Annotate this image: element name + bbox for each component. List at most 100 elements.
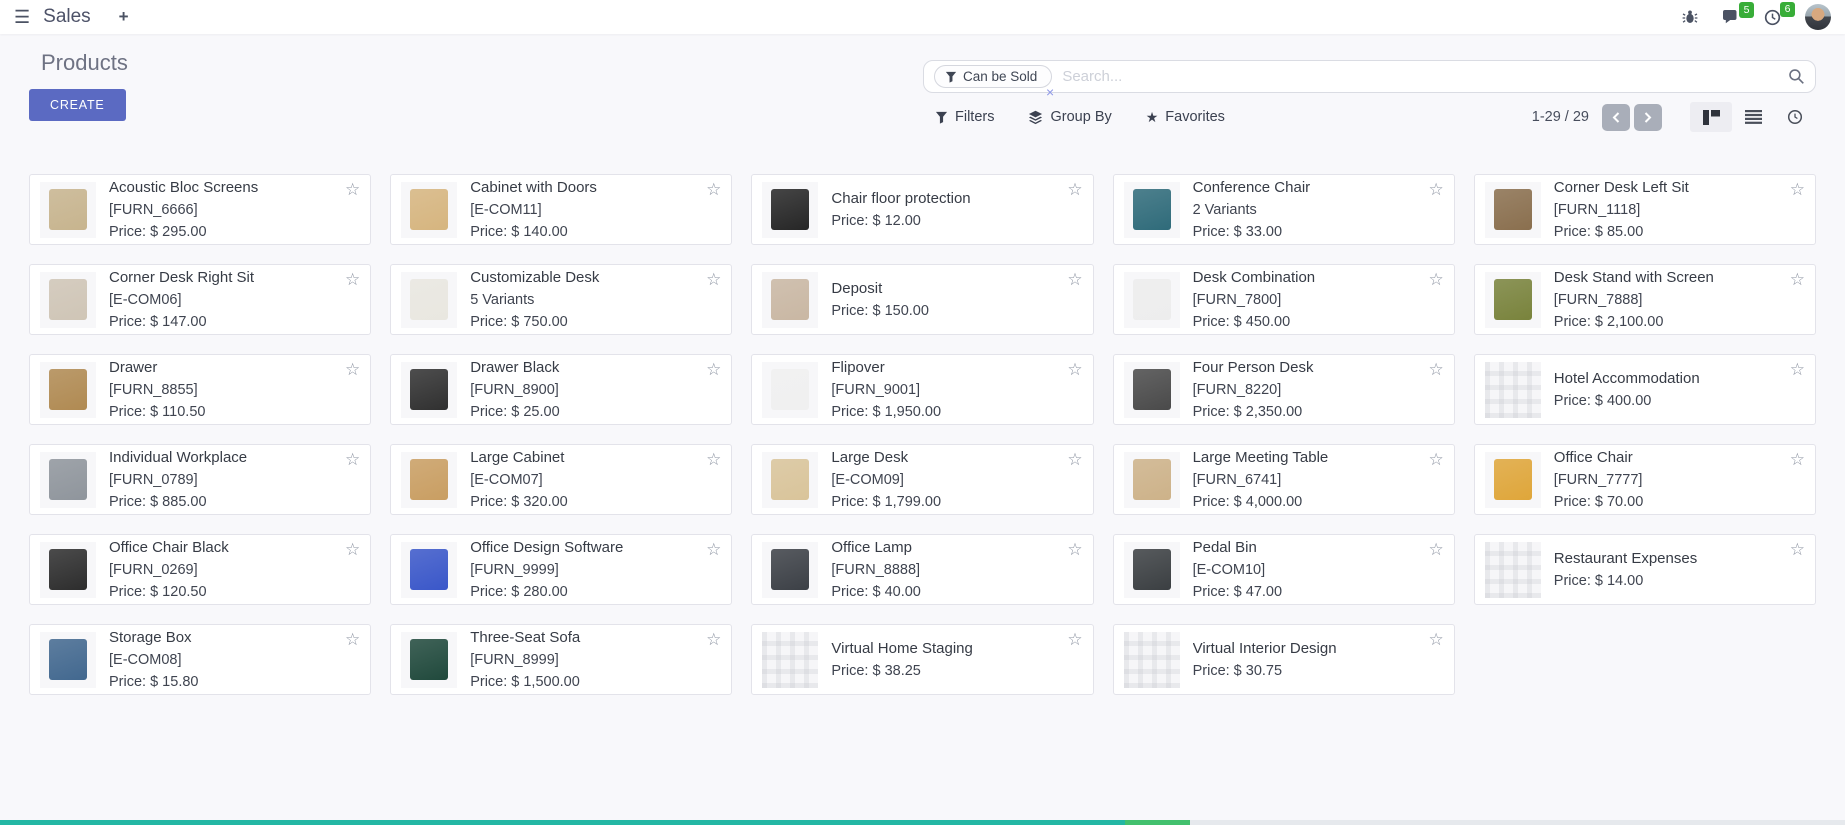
product-card[interactable]: Pedal Bin [E-COM10] Price: $ 47.00 ☆ xyxy=(1113,534,1455,605)
product-card[interactable]: Conference Chair 2 Variants Price: $ 33.… xyxy=(1113,174,1455,245)
favorite-star-icon[interactable]: ☆ xyxy=(345,631,360,648)
favorite-star-icon[interactable]: ☆ xyxy=(706,181,721,198)
user-avatar[interactable] xyxy=(1805,4,1831,30)
pager-next-button[interactable] xyxy=(1634,104,1662,131)
favorite-star-icon[interactable]: ☆ xyxy=(345,271,360,288)
favorite-star-icon[interactable]: ☆ xyxy=(706,451,721,468)
product-card[interactable]: Individual Workplace [FURN_0789] Price: … xyxy=(29,444,371,515)
product-card[interactable]: Four Person Desk [FURN_8220] Price: $ 2,… xyxy=(1113,354,1455,425)
product-card[interactable]: Desk Combination [FURN_7800] Price: $ 45… xyxy=(1113,264,1455,335)
filters-button[interactable]: Filters xyxy=(935,109,994,125)
plus-icon[interactable]: + xyxy=(119,7,129,27)
product-price: Price: $ 295.00 xyxy=(109,221,284,243)
product-image xyxy=(401,632,457,688)
product-card[interactable]: Desk Stand with Screen [FURN_7888] Price… xyxy=(1474,264,1816,335)
product-detail: [FURN_9001] xyxy=(831,379,941,401)
favorite-star-icon[interactable]: ☆ xyxy=(345,361,360,378)
product-card[interactable]: Corner Desk Right Sit [E-COM06] Price: $… xyxy=(29,264,371,335)
product-card[interactable]: Virtual Home Staging Price: $ 38.25 ☆ xyxy=(751,624,1093,695)
activity-view-button[interactable] xyxy=(1774,102,1816,132)
filter-funnel-icon xyxy=(935,111,948,124)
facet-remove-icon[interactable]: × xyxy=(1046,85,1054,99)
product-card[interactable]: Office Chair Black [FURN_0269] Price: $ … xyxy=(29,534,371,605)
favorite-star-icon[interactable]: ☆ xyxy=(345,181,360,198)
group-by-button[interactable]: Group By xyxy=(1028,109,1111,125)
favorite-star-icon[interactable]: ☆ xyxy=(706,631,721,648)
favorite-star-icon[interactable]: ☆ xyxy=(1429,631,1444,648)
product-card[interactable]: Drawer Black [FURN_8900] Price: $ 25.00 … xyxy=(390,354,732,425)
product-card[interactable]: Office Design Software [FURN_9999] Price… xyxy=(390,534,732,605)
product-card[interactable]: Customizable Desk 5 Variants Price: $ 75… xyxy=(390,264,732,335)
product-card[interactable]: Chair floor protection Price: $ 12.00 ☆ xyxy=(751,174,1093,245)
favorite-star-icon[interactable]: ☆ xyxy=(1429,181,1444,198)
favorite-star-icon[interactable]: ☆ xyxy=(1790,541,1805,558)
favorite-star-icon[interactable]: ☆ xyxy=(1067,361,1082,378)
product-name: Large Cabinet xyxy=(470,447,590,469)
favorite-star-icon[interactable]: ☆ xyxy=(1429,451,1444,468)
favorite-star-icon[interactable]: ☆ xyxy=(1790,181,1805,198)
product-detail: [FURN_7888] xyxy=(1554,289,1740,311)
product-card[interactable]: Large Meeting Table [FURN_6741] Price: $… xyxy=(1113,444,1455,515)
pager-value[interactable]: 1-29 / 29 xyxy=(1532,109,1589,125)
product-image xyxy=(762,272,818,328)
product-card[interactable]: Office Chair [FURN_7777] Price: $ 70.00 … xyxy=(1474,444,1816,515)
product-card[interactable]: Acoustic Bloc Screens [FURN_6666] Price:… xyxy=(29,174,371,245)
search-facet-can-be-sold[interactable]: Can be Sold xyxy=(934,65,1052,88)
product-image xyxy=(762,182,818,238)
favorite-star-icon[interactable]: ☆ xyxy=(1790,361,1805,378)
create-button[interactable]: CREATE xyxy=(29,89,126,121)
pager-previous-button[interactable] xyxy=(1602,104,1630,131)
product-card[interactable]: Large Desk [E-COM09] Price: $ 1,799.00 ☆ xyxy=(751,444,1093,515)
kanban-view-button[interactable] xyxy=(1690,102,1732,132)
product-price: Price: $ 1,500.00 xyxy=(470,671,606,693)
favorite-star-icon[interactable]: ☆ xyxy=(1790,451,1805,468)
app-title[interactable]: Sales xyxy=(43,6,91,28)
favorite-star-icon[interactable]: ☆ xyxy=(345,541,360,558)
debug-bug-icon[interactable] xyxy=(1682,9,1698,25)
product-card[interactable]: Corner Desk Left Sit [FURN_1118] Price: … xyxy=(1474,174,1816,245)
favorite-star-icon[interactable]: ☆ xyxy=(345,451,360,468)
product-card[interactable]: Drawer [FURN_8855] Price: $ 110.50 ☆ xyxy=(29,354,371,425)
product-detail: [FURN_8900] xyxy=(470,379,585,401)
messages-icon[interactable]: 5 xyxy=(1722,9,1740,25)
product-price: Price: $ 147.00 xyxy=(109,311,280,333)
search-icon[interactable] xyxy=(1788,68,1805,85)
product-price: Price: $ 2,100.00 xyxy=(1554,311,1740,333)
product-detail: [FURN_7800] xyxy=(1193,289,1342,311)
search-input[interactable] xyxy=(1062,68,1788,85)
favorite-star-icon[interactable]: ☆ xyxy=(1067,541,1082,558)
favorite-star-icon[interactable]: ☆ xyxy=(1429,541,1444,558)
product-card[interactable]: Hotel Accommodation Price: $ 400.00 ☆ xyxy=(1474,354,1816,425)
product-card[interactable]: Large Cabinet [E-COM07] Price: $ 320.00 … xyxy=(390,444,732,515)
product-image xyxy=(401,362,457,418)
favorite-star-icon[interactable]: ☆ xyxy=(1429,271,1444,288)
favorite-star-icon[interactable]: ☆ xyxy=(706,541,721,558)
product-card[interactable]: Storage Box [E-COM08] Price: $ 15.80 ☆ xyxy=(29,624,371,695)
favorites-button[interactable]: ★ Favorites xyxy=(1146,109,1225,126)
list-view-button[interactable] xyxy=(1732,102,1774,132)
favorite-star-icon[interactable]: ☆ xyxy=(1067,631,1082,648)
favorite-star-icon[interactable]: ☆ xyxy=(1790,271,1805,288)
product-price: Price: $ 30.75 xyxy=(1193,660,1363,682)
favorite-star-icon[interactable]: ☆ xyxy=(1067,451,1082,468)
product-name: Customizable Desk xyxy=(470,267,625,289)
product-image xyxy=(40,542,96,598)
favorite-star-icon[interactable]: ☆ xyxy=(1067,271,1082,288)
product-card[interactable]: Restaurant Expenses Price: $ 14.00 ☆ xyxy=(1474,534,1816,605)
product-card[interactable]: Deposit Price: $ 150.00 ☆ xyxy=(751,264,1093,335)
favorite-star-icon[interactable]: ☆ xyxy=(1429,361,1444,378)
product-card[interactable]: Office Lamp [FURN_8888] Price: $ 40.00 ☆ xyxy=(751,534,1093,605)
main-content: Products CREATE Can be Sold × xyxy=(0,34,1845,695)
product-card[interactable]: Virtual Interior Design Price: $ 30.75 ☆ xyxy=(1113,624,1455,695)
favorite-star-icon[interactable]: ☆ xyxy=(706,271,721,288)
product-name: Office Lamp xyxy=(831,537,938,559)
product-card[interactable]: Cabinet with Doors [E-COM11] Price: $ 14… xyxy=(390,174,732,245)
favorite-star-icon[interactable]: ☆ xyxy=(1067,181,1082,198)
product-image xyxy=(40,452,96,508)
activities-clock-icon[interactable]: 6 xyxy=(1764,9,1781,26)
menu-hamburger-icon[interactable]: ☰ xyxy=(14,8,30,26)
product-card[interactable]: Flipover [FURN_9001] Price: $ 1,950.00 ☆ xyxy=(751,354,1093,425)
favorite-star-icon[interactable]: ☆ xyxy=(706,361,721,378)
product-name: Chair floor protection xyxy=(831,188,996,210)
product-card[interactable]: Three-Seat Sofa [FURN_8999] Price: $ 1,5… xyxy=(390,624,732,695)
